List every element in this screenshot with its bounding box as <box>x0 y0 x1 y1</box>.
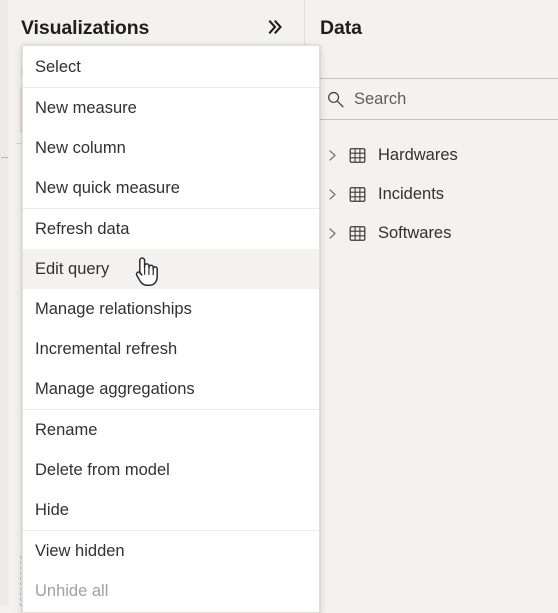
menu-item-refresh-data[interactable]: Refresh data <box>23 209 319 249</box>
menu-item-delete-from-model[interactable]: Delete from model <box>23 450 319 490</box>
data-pane: Data Search Hardwares Incidents Software… <box>306 0 558 606</box>
menu-item-unhide-all: Unhide all <box>23 571 319 611</box>
app-root: Visualizations E Data Search <box>0 0 558 613</box>
table-icon <box>348 146 367 165</box>
data-tables-tree: Hardwares Incidents Softwares <box>320 136 558 253</box>
search-input[interactable]: Search <box>320 78 558 120</box>
menu-item-new-column[interactable]: New column <box>23 128 319 168</box>
menu-item-hide[interactable]: Hide <box>23 490 319 530</box>
menu-item-select[interactable]: Select <box>23 47 319 87</box>
menu-item-manage-relationships[interactable]: Manage relationships <box>23 289 319 329</box>
menu-item-new-measure[interactable]: New measure <box>23 88 319 128</box>
search-icon <box>326 90 345 109</box>
list-item-label: Softwares <box>378 224 452 243</box>
visualizations-pane-title: Visualizations <box>21 17 150 39</box>
context-menu: Select New measure New column New quick mea… <box>22 45 320 613</box>
chevron-right-icon[interactable] <box>324 148 340 164</box>
list-item-label: Hardwares <box>378 146 458 165</box>
menu-item-manage-aggregations[interactable]: Manage aggregations <box>23 369 319 409</box>
list-item[interactable]: Incidents <box>320 175 558 214</box>
list-item[interactable]: Hardwares <box>320 136 558 175</box>
menu-item-rename[interactable]: Rename <box>23 410 319 450</box>
chevron-double-right-icon[interactable] <box>264 16 286 38</box>
menu-item-incremental-refresh[interactable]: Incremental refresh <box>23 329 319 369</box>
chevron-right-icon[interactable] <box>324 226 340 242</box>
table-icon <box>348 185 367 204</box>
menu-item-edit-query[interactable]: Edit query <box>23 249 319 289</box>
menu-item-new-quick-measure[interactable]: New quick measure <box>23 168 319 208</box>
search-placeholder-text: Search <box>354 89 407 108</box>
list-item[interactable]: Softwares <box>320 214 558 253</box>
list-item-label: Incidents <box>378 185 445 204</box>
data-pane-title: Data <box>320 17 362 39</box>
menu-item-view-hidden[interactable]: View hidden <box>23 531 319 571</box>
chevron-right-icon[interactable] <box>324 187 340 203</box>
table-icon <box>348 224 367 243</box>
collapsed-pane-divider <box>1 157 8 158</box>
